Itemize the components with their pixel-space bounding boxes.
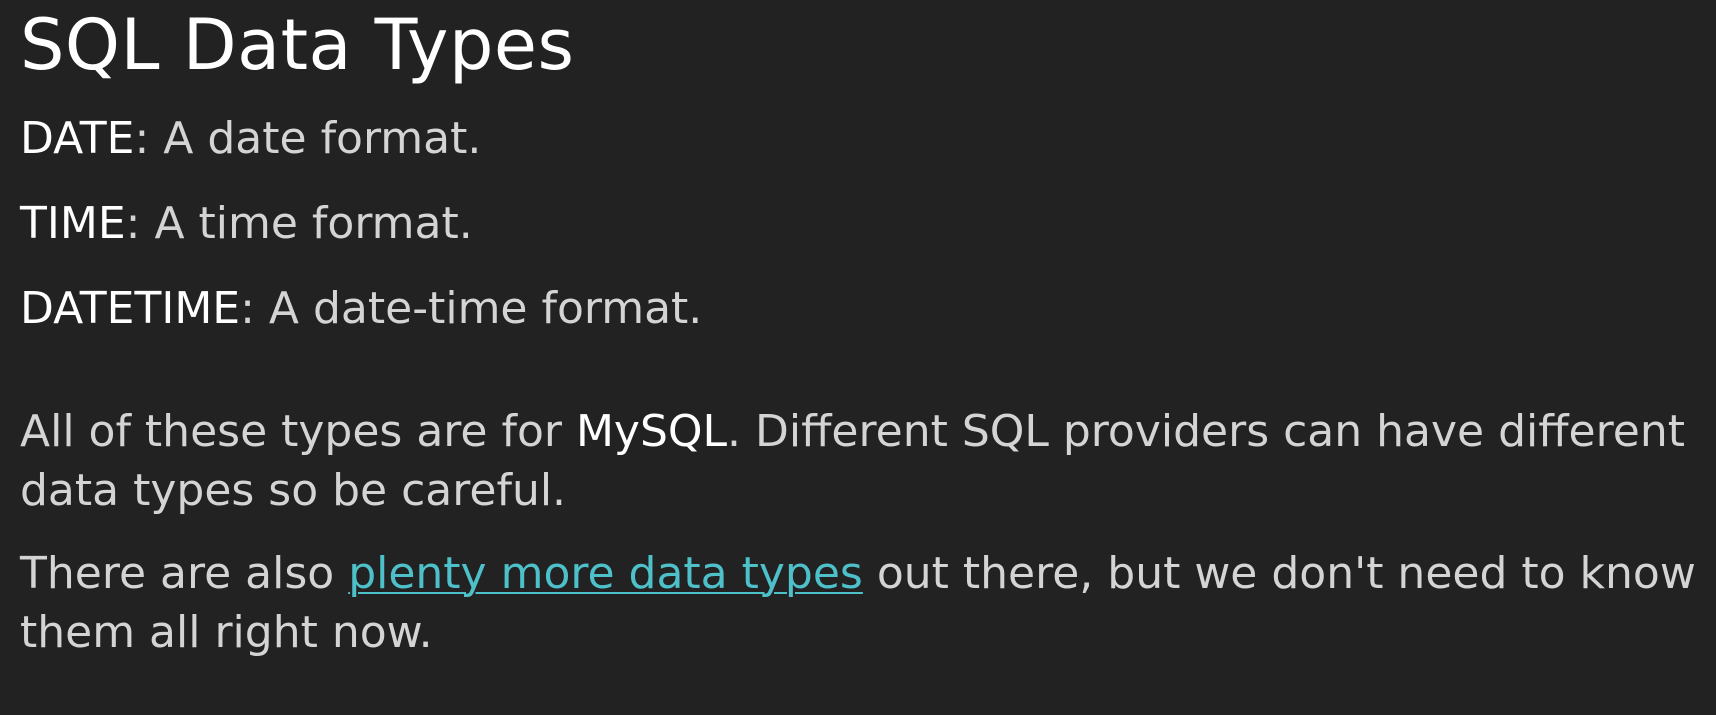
paragraph-text: There are also <box>20 548 349 599</box>
document-page: SQL Data Types DATE: A date format. TIME… <box>0 0 1716 715</box>
more-data-types-link[interactable]: plenty more data types <box>348 548 863 599</box>
definition-term: TIME <box>20 198 126 249</box>
definition-description: A time format. <box>140 198 473 249</box>
mysql-note-paragraph: All of these types are for MySQL. Differ… <box>20 402 1696 520</box>
definition-datetime: DATETIME: A date-time format. <box>20 281 1696 337</box>
paragraph-text: All of these types are for <box>20 406 576 457</box>
definition-date: DATE: A date format. <box>20 111 1696 167</box>
more-types-paragraph: There are also plenty more data types ou… <box>20 544 1696 662</box>
definition-term: DATE <box>20 113 135 164</box>
definition-separator: : <box>125 198 141 249</box>
mysql-emphasis: MySQL <box>575 406 728 457</box>
definition-description: A date format. <box>149 113 482 164</box>
definition-description: A date-time format. <box>254 283 703 334</box>
definition-separator: : <box>134 113 150 164</box>
page-title: SQL Data Types <box>20 4 575 86</box>
definition-separator: : <box>240 283 255 334</box>
definition-time: TIME: A time format. <box>20 196 1696 252</box>
definition-term: DATETIME <box>20 283 241 334</box>
